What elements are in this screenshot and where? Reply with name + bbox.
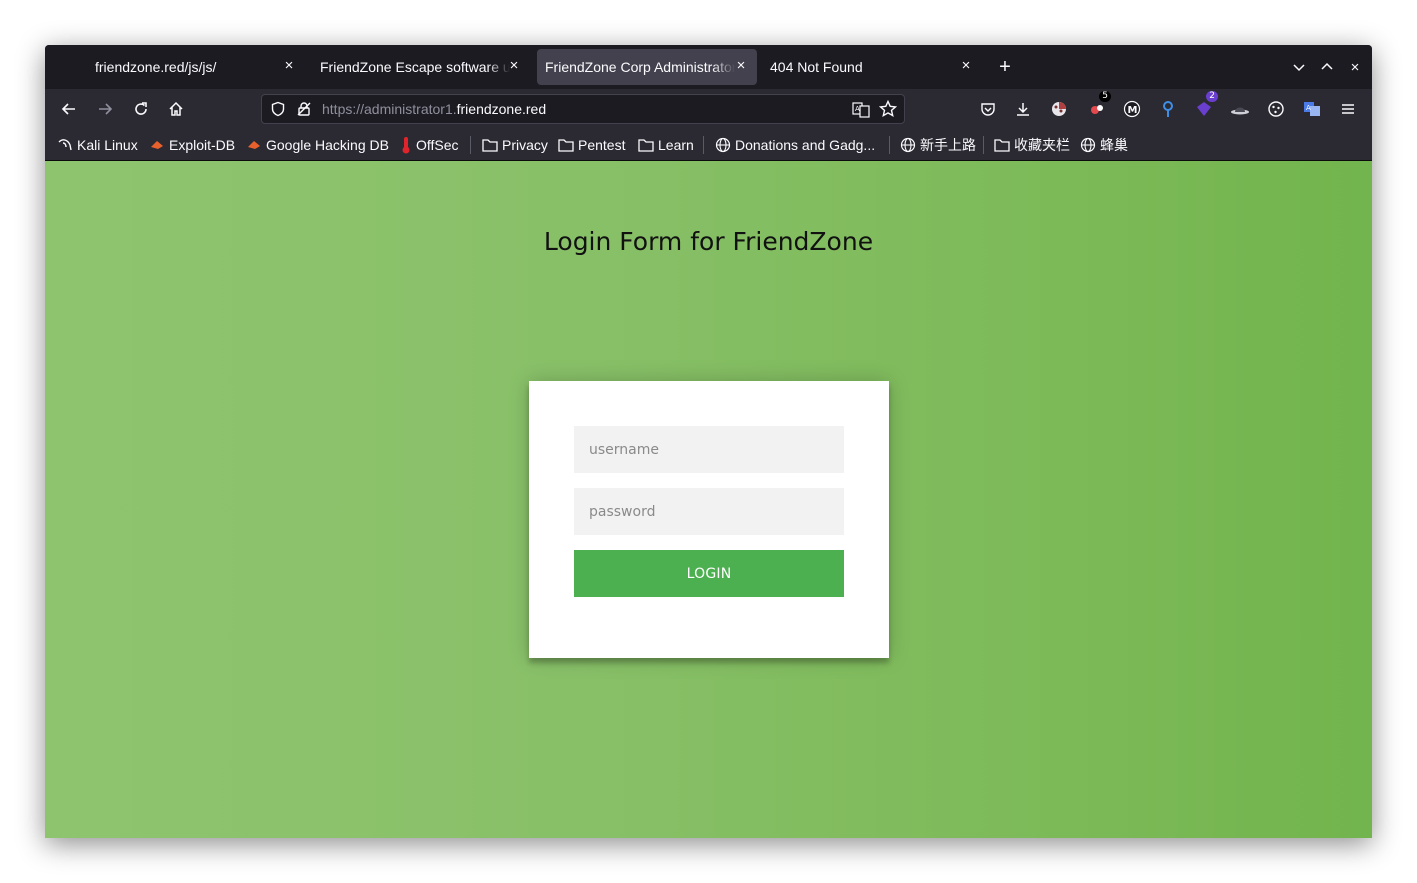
pocket-icon[interactable] [976, 97, 1000, 121]
bookmark-label: 新手上路 [920, 137, 976, 153]
close-tab-icon[interactable]: × [506, 58, 522, 74]
hat-icon[interactable] [1228, 97, 1252, 121]
tab-friendzone-js[interactable]: friendzone.red/js/js/ × [45, 49, 305, 85]
extension-badge-count: 5 [1099, 91, 1111, 102]
download-icon[interactable] [1011, 97, 1035, 121]
bookmark-folder-learn[interactable]: Learn [638, 135, 694, 155]
bookmark-label: 收藏夹栏 [1014, 137, 1070, 153]
globe-icon [715, 137, 731, 153]
page-content: Login Form for FriendZone LOGIN [45, 161, 1372, 838]
bookmark-label: Learn [658, 137, 694, 153]
back-arrow-icon[interactable] [57, 97, 81, 121]
bookmark-separator [470, 136, 471, 154]
folder-icon [482, 138, 498, 152]
exploit-db-icon [149, 137, 165, 153]
bookmark-separator [889, 136, 890, 154]
bookmark-exploit-db[interactable]: Exploit-DB [149, 135, 235, 155]
folder-icon [994, 138, 1010, 152]
forward-arrow-icon[interactable] [93, 97, 117, 121]
menu-icon[interactable] [1336, 97, 1360, 121]
bookmark-kali-linux[interactable]: Kali Linux [57, 135, 138, 155]
purple-extension-icon[interactable]: 2 [1192, 91, 1218, 121]
bookmarks-toolbar: Kali Linux Exploit-DB Google Hacking DB … [45, 129, 1372, 161]
insecure-lock-icon[interactable] [296, 101, 312, 122]
globe-icon [1080, 137, 1096, 153]
folder-icon [558, 138, 574, 152]
bookmark-folder-favorites[interactable]: 收藏夹栏 [994, 135, 1070, 155]
username-input[interactable] [574, 426, 844, 473]
location-pin-icon[interactable] [1156, 97, 1180, 121]
tab-label: 404 Not Found [770, 59, 863, 75]
svg-text:M: M [1128, 105, 1138, 116]
globe-icon [900, 137, 916, 153]
bookmark-offsec[interactable]: OffSec [400, 135, 459, 155]
url-prefix: https://administrator1. [322, 101, 457, 117]
navigation-toolbar: https://administrator1.friendzone.red A … [45, 89, 1372, 129]
translate-extension-icon[interactable]: A [1300, 97, 1324, 121]
browser-window: friendzone.red/js/js/ × FriendZone Escap… [45, 45, 1372, 838]
svg-text:A: A [1306, 104, 1311, 112]
tab-escape-software[interactable]: FriendZone Escape software upload × [310, 49, 530, 85]
bookmark-label: OffSec [416, 137, 459, 153]
bookmark-label: Exploit-DB [169, 137, 236, 153]
list-tabs-chevron-down-icon[interactable] [1289, 57, 1309, 77]
tab-404[interactable]: 404 Not Found × [760, 49, 982, 85]
tab-strip: friendzone.red/js/js/ × FriendZone Escap… [45, 45, 1372, 89]
tab-admin-page[interactable]: FriendZone Corp Administrator Page × [537, 49, 757, 85]
bookmark-separator [703, 136, 704, 154]
page-translate-icon[interactable]: A [852, 101, 870, 124]
ghdb-icon [246, 137, 262, 153]
tab-label: friendzone.red/js/js/ [95, 59, 217, 75]
url-text[interactable]: https://administrator1.friendzone.red [322, 101, 546, 117]
home-icon[interactable] [164, 97, 188, 121]
window-maximize-chevron-up-icon[interactable] [1317, 57, 1337, 77]
bookmark-getting-started[interactable]: 新手上路 [900, 135, 976, 155]
bookmark-label: Privacy [502, 137, 548, 153]
bookmark-label: Kali Linux [77, 137, 138, 153]
bookmark-separator [983, 136, 984, 154]
bookmark-google-hacking-db[interactable]: Google Hacking DB [246, 135, 389, 155]
bookmark-donations-and-gadgets[interactable]: Donations and Gadg... [715, 135, 875, 155]
bookmark-folder-privacy[interactable]: Privacy [482, 135, 548, 155]
metamask-icon[interactable]: M [1120, 97, 1144, 121]
login-form: LOGIN [529, 381, 889, 658]
login-button[interactable]: LOGIN [574, 550, 844, 597]
close-tab-icon[interactable]: × [733, 58, 749, 74]
extension-badge-count: 2 [1206, 91, 1218, 102]
window-close-icon[interactable]: × [1345, 57, 1365, 77]
tab-label: FriendZone Corp Administrator Page [545, 59, 735, 75]
cookie-extension-icon[interactable] [1047, 97, 1071, 121]
bookmark-label: Donations and Gadg... [735, 137, 876, 153]
tab-label: FriendZone Escape software upload [320, 59, 510, 75]
close-tab-icon[interactable]: × [281, 58, 297, 74]
bookmark-folder-pentest[interactable]: Pentest [558, 135, 625, 155]
close-tab-icon[interactable]: × [958, 58, 974, 74]
offsec-icon [400, 136, 412, 154]
cookie-icon[interactable] [1264, 97, 1288, 121]
bookmark-label: Pentest [578, 137, 626, 153]
folder-icon [638, 138, 654, 152]
url-host: friendzone.red [456, 101, 547, 117]
kali-dragon-icon [57, 137, 73, 153]
extension-badge-icon[interactable]: 5 [1085, 91, 1111, 121]
reload-icon[interactable] [129, 97, 153, 121]
bookmark-label: Google Hacking DB [266, 137, 389, 153]
bookmark-hive[interactable]: 蜂巢 [1080, 135, 1128, 155]
svg-text:A: A [855, 105, 860, 113]
page-title: Login Form for FriendZone [543, 227, 874, 256]
new-tab-button[interactable]: + [995, 57, 1015, 77]
bookmark-label: 蜂巢 [1100, 137, 1128, 153]
url-bar[interactable]: https://administrator1.friendzone.red A [261, 94, 905, 124]
tracking-shield-icon[interactable] [270, 101, 286, 122]
password-input[interactable] [574, 488, 844, 535]
bookmark-star-icon[interactable] [878, 99, 898, 123]
